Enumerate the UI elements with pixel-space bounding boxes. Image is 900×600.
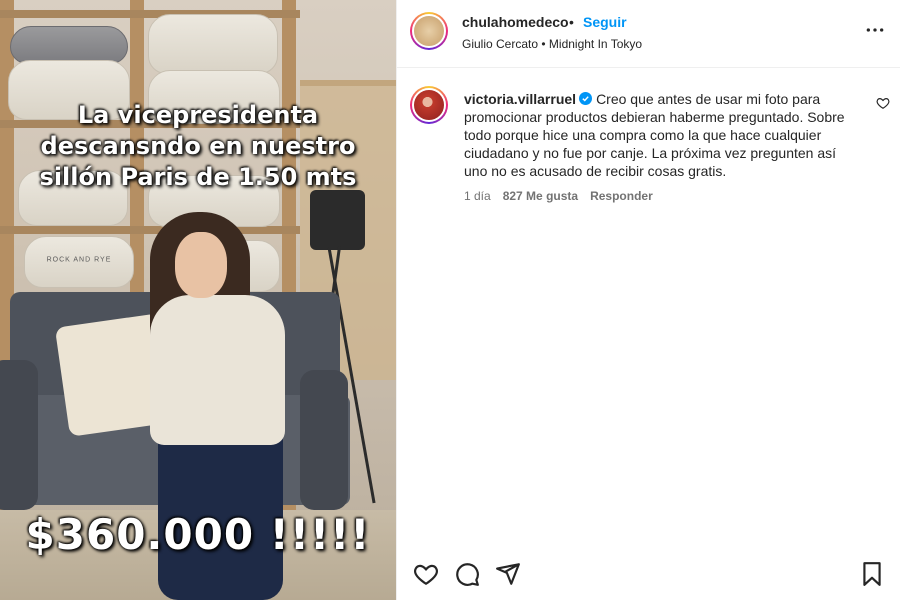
heart-icon[interactable]	[413, 561, 439, 587]
bookmark-icon[interactable]	[859, 561, 885, 587]
reply-button[interactable]: Responder	[590, 189, 653, 203]
separator-dot: •	[569, 14, 574, 30]
commenter-avatar[interactable]	[410, 86, 448, 124]
caption-line: descansndo en nuestro	[40, 132, 356, 160]
post-media[interactable]: ROCK AND RYE La vicepresidenta descansnd…	[0, 0, 396, 600]
more-horizontal-icon[interactable]	[865, 20, 885, 40]
post-modal: ROCK AND RYE La vicepresidenta descansnd…	[0, 0, 900, 600]
post-header: chulahomedeco • Seguir Giulio Cercato • …	[397, 0, 900, 68]
commenter-username[interactable]: victoria.villarruel	[464, 91, 576, 107]
audio-track[interactable]: Giulio Cercato • Midnight In Tokyo	[462, 37, 642, 51]
pillow: ROCK AND RYE	[24, 236, 134, 288]
caption-line: sillón Paris de 1.50 mts	[39, 163, 357, 191]
share-icon[interactable]	[495, 561, 521, 587]
media-price: $360.000 !!!!!	[25, 510, 371, 559]
sofa-arm	[300, 370, 348, 510]
floor-lamp	[310, 190, 365, 250]
caption-line: La vicepresidenta	[77, 101, 319, 129]
media-caption: La vicepresidenta descansndo en nuestro …	[0, 100, 396, 193]
person-face	[175, 232, 227, 298]
avatar[interactable]	[410, 12, 448, 50]
post-actions	[397, 555, 900, 595]
comment-likes[interactable]: 827 Me gusta	[503, 189, 578, 203]
pillow-tag: ROCK AND RYE	[46, 256, 112, 263]
pillow	[148, 14, 278, 74]
follow-button[interactable]: Seguir	[583, 14, 627, 30]
author-username[interactable]: chulahomedeco	[462, 14, 569, 30]
person-body	[150, 295, 285, 445]
comment-icon[interactable]	[454, 561, 480, 587]
verified-badge-icon	[579, 92, 593, 105]
comment-body: victoria.villarruel Creo que antes de usa…	[464, 90, 859, 180]
shelf-board	[0, 226, 300, 234]
pillow	[10, 26, 128, 64]
sofa-arm	[0, 360, 38, 510]
comment-meta: 1 día 827 Me gusta Responder	[464, 189, 653, 203]
post-sidebar: chulahomedeco • Seguir Giulio Cercato • …	[396, 0, 900, 600]
comment-time[interactable]: 1 día	[464, 189, 491, 203]
heart-icon[interactable]	[876, 96, 890, 110]
